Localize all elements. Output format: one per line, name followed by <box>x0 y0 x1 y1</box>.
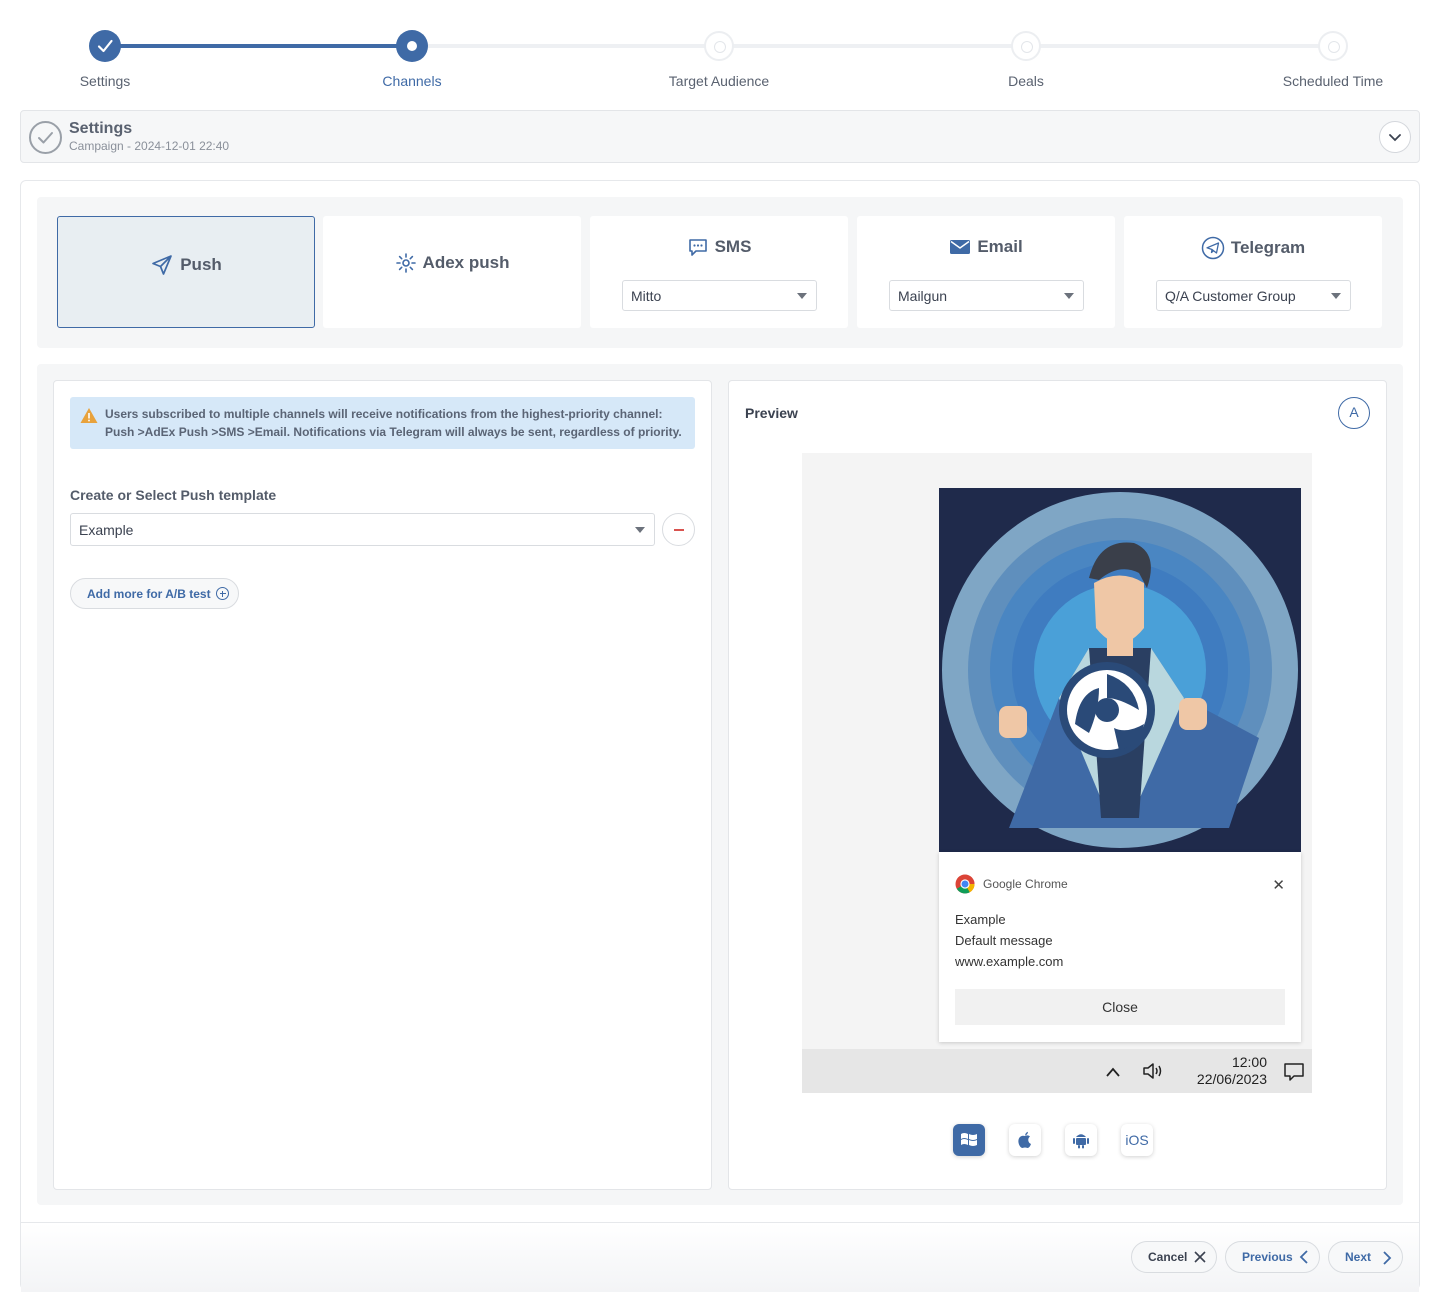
clock-date: 22/06/2023 <box>1196 1071 1267 1087</box>
template-label: Create or Select Push template <box>70 487 277 503</box>
close-icon[interactable]: ✕ <box>1272 876 1285 894</box>
send-icon <box>152 255 173 275</box>
telegram-icon <box>1201 236 1225 260</box>
notification-title: Example <box>955 912 1006 927</box>
settings-subtitle: Campaign - 2024-12-01 22:40 <box>69 139 230 153</box>
taskbar-clock: 12:00 22/06/2023 <box>1180 1054 1267 1088</box>
channel-label-telegram: Telegram <box>1230 238 1306 257</box>
caret-down-icon <box>1331 293 1341 299</box>
push-template-value: Example <box>79 522 134 538</box>
next-label: Next <box>1345 1250 1372 1264</box>
clock-time: 12:00 <box>1231 1054 1267 1070</box>
notification-center-icon[interactable] <box>1282 1060 1306 1084</box>
caret-down-icon <box>797 293 807 299</box>
sms-provider-select[interactable]: Mitto <box>622 280 817 311</box>
step-label-channels[interactable]: Channels <box>312 73 512 89</box>
channel-label-adex-push: Adex push <box>422 253 510 272</box>
push-template-select[interactable]: Example <box>70 513 655 546</box>
channel-tile-push[interactable]: Push <box>57 216 315 328</box>
adex-icon <box>395 253 416 273</box>
settings-complete-icon <box>29 121 62 154</box>
step-settings-check-icon[interactable] <box>89 30 121 62</box>
remove-template-minus-icon[interactable] <box>662 513 695 546</box>
ios-label: iOS <box>1125 1132 1149 1148</box>
add-ab-test-label: Add more for A/B test <box>87 587 211 601</box>
chevron-left-icon <box>1299 1250 1308 1264</box>
telegram-group-value: Q/A Customer Group <box>1165 288 1296 304</box>
progress-stepper: Settings Channels Target Audience Deals … <box>0 0 1442 105</box>
priority-info-alert: Users subscribed to multiple channels wi… <box>70 397 695 449</box>
apple-icon <box>1018 1131 1031 1148</box>
macos-platform-button[interactable] <box>1009 1124 1041 1156</box>
step-channels-marker[interactable] <box>396 30 428 62</box>
caret-down-icon <box>635 527 645 533</box>
warning-icon <box>80 408 98 423</box>
cancel-label: Cancel <box>1148 1250 1188 1264</box>
previous-label: Previous <box>1242 1250 1293 1264</box>
windows-icon <box>961 1133 977 1146</box>
channel-tile-sms[interactable]: SMS Mitto <box>590 216 848 328</box>
previous-button[interactable]: Previous <box>1225 1241 1320 1273</box>
add-ab-test-button[interactable]: Add more for A/B test <box>70 578 239 609</box>
notification-url: www.example.com <box>955 954 1064 969</box>
channel-label-push: Push <box>180 255 222 274</box>
push-notification-card: Google Chrome ✕ Example Default message … <box>939 852 1301 1042</box>
speaker-icon[interactable] <box>1141 1060 1167 1082</box>
next-button[interactable]: Next <box>1328 1241 1403 1273</box>
step-target-audience-marker[interactable] <box>704 31 734 61</box>
alert-text: Users subscribed to multiple channels wi… <box>105 407 682 439</box>
windows-platform-button[interactable] <box>953 1124 985 1156</box>
envelope-icon <box>950 240 971 254</box>
chrome-icon <box>955 874 975 894</box>
caret-down-icon <box>1064 293 1074 299</box>
notification-close-button[interactable]: Close <box>955 989 1285 1025</box>
preview-title: Preview <box>745 405 798 421</box>
stepper-track-complete <box>105 44 412 48</box>
chevron-up-icon[interactable] <box>1104 1064 1122 1080</box>
android-icon <box>1073 1134 1089 1149</box>
close-icon <box>1194 1251 1206 1263</box>
android-platform-button[interactable] <box>1065 1124 1097 1156</box>
step-label-settings[interactable]: Settings <box>5 73 205 89</box>
channel-tile-adex-push[interactable]: Adex push <box>323 216 581 328</box>
chat-icon <box>688 239 707 256</box>
telegram-group-select[interactable]: Q/A Customer Group <box>1156 280 1351 311</box>
channel-tile-telegram[interactable]: Telegram Q/A Customer Group <box>1124 216 1382 328</box>
channel-tile-email[interactable]: Email Mailgun <box>857 216 1115 328</box>
notification-hero-image <box>939 488 1301 852</box>
settings-summary-panel[interactable]: Settings Campaign - 2024-12-01 22:40 <box>20 110 1420 163</box>
channel-label-sms: SMS <box>714 237 752 256</box>
notification-browser-name: Google Chrome <box>983 877 1068 891</box>
email-provider-value: Mailgun <box>898 288 948 304</box>
cancel-button[interactable]: Cancel <box>1131 1241 1217 1273</box>
ios-platform-button[interactable]: iOS <box>1121 1124 1153 1156</box>
variant-a-toggle[interactable]: A <box>1338 397 1370 429</box>
notification-message: Default message <box>955 933 1053 948</box>
step-label-target-audience[interactable]: Target Audience <box>619 73 819 89</box>
step-label-deals[interactable]: Deals <box>926 73 1126 89</box>
email-provider-select[interactable]: Mailgun <box>889 280 1084 311</box>
settings-title: Settings <box>69 120 133 137</box>
expand-chevron-down-icon[interactable] <box>1379 121 1411 153</box>
plus-circle-icon <box>216 587 229 600</box>
step-deals-marker[interactable] <box>1011 31 1041 61</box>
channel-label-email: Email <box>977 237 1023 256</box>
step-label-scheduled-time[interactable]: Scheduled Time <box>1233 73 1433 89</box>
chevron-right-icon <box>1383 1251 1392 1265</box>
sms-provider-value: Mitto <box>631 288 662 304</box>
step-scheduled-time-marker[interactable] <box>1318 31 1348 61</box>
